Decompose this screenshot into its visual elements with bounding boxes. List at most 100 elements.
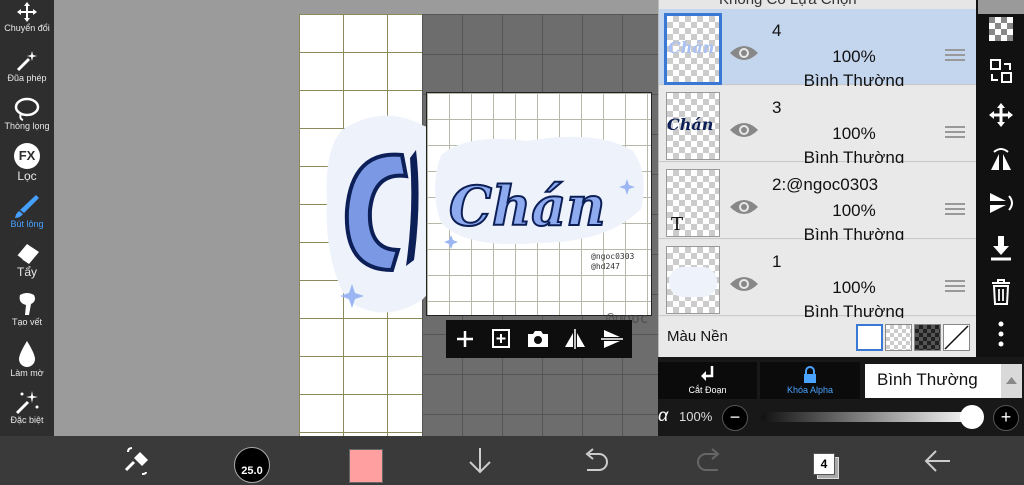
tool-label: Chuyển đổi: [4, 23, 50, 33]
preview-camera-button[interactable]: [525, 327, 551, 351]
redo-button[interactable]: [694, 436, 730, 485]
layer-row-3[interactable]: Chán 3 100% Bình Thường: [659, 86, 976, 167]
move-arrows-icon: [989, 103, 1013, 127]
watermark-line-2: @hd247: [591, 262, 620, 271]
tool-label: Đũa phép: [7, 73, 47, 83]
no-color-icon: [944, 325, 969, 350]
layer-thumbnail[interactable]: [666, 246, 720, 314]
visibility-eye-icon[interactable]: [729, 43, 759, 63]
bottom-toolbar: [0, 436, 1024, 485]
bg-transparent-swatch[interactable]: [885, 324, 912, 351]
preview-flip-vertical-button[interactable]: [599, 327, 625, 351]
color-picker-swatch[interactable]: [349, 449, 383, 483]
tool-filter[interactable]: FX Lọc: [0, 143, 54, 192]
checkerboard-icon: [989, 17, 1013, 41]
visibility-eye-icon[interactable]: [729, 197, 759, 217]
layer-row-2[interactable]: T 2:@ngoc0303 100% Bình Thường: [659, 163, 976, 244]
add-layer-icon: [492, 329, 510, 348]
layer-opacity: 100%: [832, 124, 876, 143]
magic-wand-icon: [16, 51, 37, 72]
preview-artwork: Chán @ngoc0303 @hd247: [435, 136, 644, 271]
layer-row-1[interactable]: 1 100% Bình Thường: [659, 240, 976, 321]
drag-handle-icon[interactable]: [945, 126, 965, 138]
visibility-eye-icon[interactable]: [729, 274, 759, 294]
preview-flip-horizontal-button[interactable]: [562, 327, 588, 351]
preview-toolbar: [446, 320, 632, 358]
delete-layer-button[interactable]: [978, 278, 1024, 318]
visibility-eye-icon[interactable]: [729, 120, 759, 140]
scroll-down-button[interactable]: [465, 436, 501, 485]
tool-smudge[interactable]: Tạo vết: [0, 290, 54, 339]
drag-handle-icon[interactable]: [945, 49, 965, 61]
camera-icon: [528, 331, 548, 347]
more-options-button[interactable]: [978, 320, 1024, 360]
bg-none-swatch[interactable]: [943, 324, 970, 351]
tool-brush[interactable]: Bút lông: [0, 192, 54, 241]
layer-name: 4: [772, 21, 782, 40]
layer-reference-button[interactable]: [978, 58, 1024, 98]
alpha-symbol: α: [658, 405, 669, 425]
lasso-icon: [14, 97, 40, 121]
layer-thumbnail[interactable]: Chán: [664, 13, 722, 85]
layer-opacity: 100%: [832, 47, 876, 66]
flip-layer-vertical-button[interactable]: [978, 190, 1024, 230]
brush-size-button[interactable]: 25.0: [234, 447, 270, 483]
opacity-value: 100%: [679, 409, 713, 424]
tool-label: Lọc: [17, 169, 37, 183]
preview-add-layer-button[interactable]: [488, 327, 514, 351]
layer-name: 2:@ngoc0303: [772, 175, 879, 194]
tool-eraser[interactable]: Tẩy: [0, 241, 54, 290]
arrow-left-icon: [924, 450, 950, 472]
canvas-area[interactable]: Chán @ngoc0303 @hd247 @ngocd24: [54, 0, 658, 436]
blend-mode-select[interactable]: Bình Thường: [865, 364, 1001, 398]
blend-mode-dropdown[interactable]: [1001, 364, 1022, 398]
tool-transform[interactable]: Chuyển đổi: [0, 0, 54, 49]
tool-lasso[interactable]: Thòng lọng: [0, 96, 54, 145]
drag-handle-icon[interactable]: [945, 280, 965, 292]
brush-swap-icon: [124, 447, 148, 475]
flip-horizontal-icon: [565, 329, 585, 349]
tool-magic-wand[interactable]: Đũa phép: [0, 48, 54, 97]
smudge-icon: [19, 293, 35, 315]
tool-label: Tẩy: [16, 265, 37, 279]
preview-add-button[interactable]: [452, 327, 478, 351]
drag-handle-icon[interactable]: [945, 203, 965, 215]
layer-opacity: 100%: [832, 278, 876, 297]
opacity-slider[interactable]: [761, 412, 977, 422]
transparency-button[interactable]: [978, 16, 1024, 56]
reference-preview-window[interactable]: Chán @ngoc0303 @hd247: [426, 92, 652, 316]
lock-icon: [804, 366, 816, 383]
merge-down-button[interactable]: [978, 234, 1024, 274]
tool-blur[interactable]: Làm mờ: [0, 339, 54, 388]
opacity-increase-button[interactable]: +: [993, 405, 1019, 431]
layer-row-4[interactable]: Chán 4 100% Bình Thường: [659, 9, 976, 90]
brush-icon: [15, 195, 39, 218]
flip-layer-horizontal-button[interactable]: [978, 146, 1024, 186]
alpha-lock-button[interactable]: Khóa Alpha: [760, 362, 860, 399]
eraser-icon: [16, 244, 39, 264]
clipping-button[interactable]: Cắt Đoạn: [658, 362, 757, 399]
flip-vertical-icon: [990, 193, 1013, 213]
tool-special[interactable]: Đặc biệt: [0, 388, 54, 437]
move-layer-button[interactable]: [978, 102, 1024, 142]
alpha-lock-label: Khóa Alpha: [786, 385, 834, 395]
bg-white-swatch[interactable]: [856, 324, 883, 351]
quick-menu-button[interactable]: [120, 436, 156, 485]
bg-dark-checker-swatch[interactable]: [914, 324, 941, 351]
clipping-arrow-icon: [700, 366, 713, 381]
left-toolbar: Chuyển đổi Đũa phép Thòng lọng FX Lọc Bú…: [0, 0, 54, 485]
back-button[interactable]: [920, 436, 960, 485]
artwork-text: Chán: [449, 174, 606, 238]
clipping-label: Cắt Đoạn: [688, 385, 727, 395]
flip-vertical-icon: [601, 330, 623, 348]
more-vertical-icon: [998, 321, 1004, 347]
opacity-slider-knob[interactable]: [960, 405, 984, 429]
undo-button[interactable]: [579, 436, 615, 485]
tool-label: Đặc biệt: [10, 415, 44, 425]
layer-thumbnail[interactable]: T: [666, 169, 720, 237]
opacity-decrease-button[interactable]: −: [722, 405, 748, 431]
tool-label: Thòng lọng: [4, 121, 50, 131]
background-label: Màu Nền: [667, 328, 728, 345]
layer-thumbnail[interactable]: Chán: [666, 92, 720, 160]
layers-count-button[interactable]: 4: [813, 453, 835, 475]
